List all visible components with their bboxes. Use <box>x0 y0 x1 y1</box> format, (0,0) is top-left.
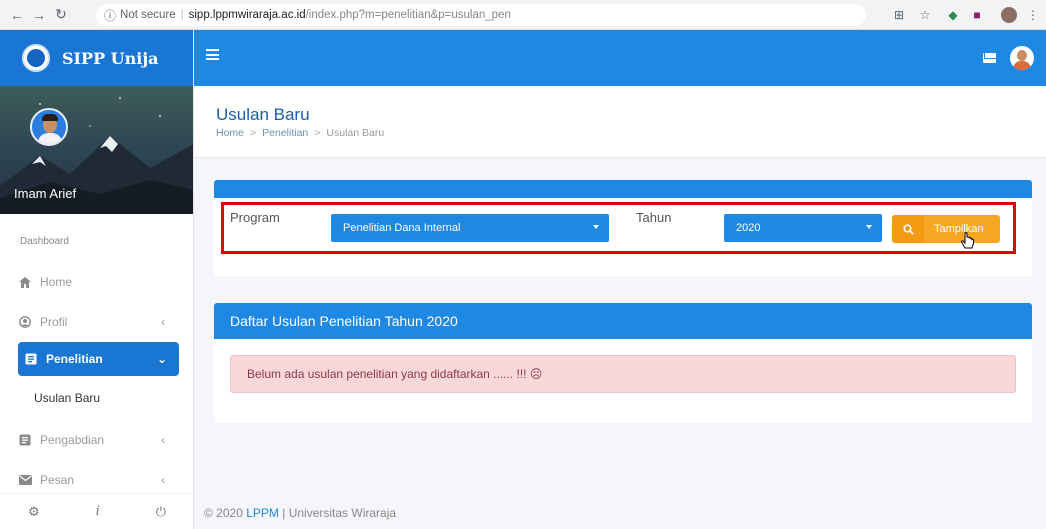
user-avatar[interactable] <box>1010 46 1034 70</box>
chevron-down-icon: ⌄ <box>156 352 167 366</box>
chevron-left-icon: ‹ <box>161 315 165 329</box>
card-header-bar <box>214 180 1032 198</box>
extension-icon[interactable]: ■ <box>968 6 986 24</box>
caret-down-icon <box>593 225 599 229</box>
sidebar-item-label: Home <box>40 275 73 289</box>
profile-avatar-icon[interactable] <box>1000 6 1018 24</box>
translate-icon[interactable]: ⊞ <box>890 6 908 24</box>
tahun-label: Tahun <box>636 210 672 225</box>
sidebar-item-label: Pengabdian <box>40 433 105 447</box>
address-bar[interactable]: ⓘ Not secure | sipp.lppmwiraraja.ac.id/i… <box>96 4 866 26</box>
home-icon <box>18 275 32 289</box>
star-icon[interactable]: ☆ <box>916 6 934 24</box>
program-select[interactable]: Penelitian Dana Internal <box>331 214 609 242</box>
sidebar-item-label: Pesan <box>40 473 75 487</box>
document-icon <box>24 352 38 366</box>
chevron-left-icon: ‹ <box>161 433 165 447</box>
program-select-value: Penelitian Dana Internal <box>343 222 461 234</box>
browser-toolbar: ← → ↻ ⓘ Not secure | sipp.lppmwiraraja.a… <box>0 0 1046 30</box>
tampilkan-button[interactable]: Tampilkan <box>892 215 1000 243</box>
list-title: Daftar Usulan Penelitian Tahun 2020 <box>214 303 1032 339</box>
menu-section-label: Dashboard <box>20 236 69 247</box>
hamburger-menu-icon[interactable] <box>206 49 219 60</box>
hand-cursor-icon <box>960 232 974 249</box>
usulan-list-card: Daftar Usulan Penelitian Tahun 2020 Belu… <box>214 303 1032 423</box>
user-name: Imam Arief <box>14 186 77 201</box>
info-icon[interactable]: i <box>96 504 100 519</box>
breadcrumb-current: Usulan Baru <box>326 127 385 139</box>
not-secure-label: Not secure <box>120 9 176 21</box>
url-host: sipp.lppmwiraraja.ac.id <box>188 9 306 21</box>
breadcrumb: Home > Penelitian > Usulan Baru <box>216 127 385 139</box>
empty-alert: Belum ada usulan penelitian yang didafta… <box>230 355 1016 393</box>
page-header: Usulan Baru Home > Penelitian > Usulan Baru <box>194 86 1046 158</box>
breadcrumb-home[interactable]: Home <box>216 127 244 139</box>
sidebar-item-label: Profil <box>40 315 68 329</box>
sidebar-footer: ⚙ i ⏻ <box>0 493 194 529</box>
tahun-select[interactable]: 2020 <box>724 214 882 242</box>
caret-down-icon <box>866 225 872 229</box>
lppm-link[interactable]: LPPM <box>246 506 279 520</box>
brand[interactable]: SIPP Unija <box>0 30 193 86</box>
university-logo <box>22 44 50 72</box>
sidebar-item-home[interactable]: Home <box>0 262 193 302</box>
search-icon <box>892 215 924 243</box>
extension-icon[interactable]: ◆ <box>944 6 962 24</box>
chevron-left-icon: ‹ <box>161 473 165 487</box>
sidebar-item-profil[interactable]: Profil ‹ <box>0 302 193 342</box>
sidebar: SIPP Unija Imam Arief Dashboard Home Pro… <box>0 30 194 529</box>
sidebar-item-pengabdian[interactable]: Pengabdian ‹ <box>0 420 193 460</box>
back-arrow-icon[interactable]: ← <box>6 7 28 23</box>
url-path: /index.php?m=penelitian&p=usulan_pen <box>305 9 511 21</box>
mail-icon[interactable] <box>983 53 996 63</box>
program-label: Program <box>230 210 280 225</box>
forward-arrow-icon[interactable]: → <box>28 7 50 23</box>
settings-icon[interactable]: ⚙ <box>28 504 40 520</box>
sidebar-subitem-usulan-baru[interactable]: Usulan Baru <box>0 376 193 420</box>
user-circle-icon <box>18 315 32 329</box>
info-icon[interactable]: ⓘ <box>104 7 116 24</box>
reload-icon[interactable]: ↻ <box>50 6 72 23</box>
page-title: Usulan Baru <box>216 105 310 124</box>
main-content: Usulan Baru Home > Penelitian > Usulan Baru … <box>194 86 1046 529</box>
app-name: SIPP Unija <box>62 48 159 68</box>
breadcrumb-penelitian[interactable]: Penelitian <box>262 127 308 139</box>
menu-dots-icon[interactable]: ⋮ <box>1024 6 1042 24</box>
tahun-select-value: 2020 <box>736 222 761 234</box>
sidebar-item-penelitian[interactable]: Penelitian ⌄ <box>18 342 179 376</box>
mail-icon <box>18 473 32 487</box>
user-avatar <box>30 108 68 146</box>
page-footer: © 2020 LPPM | Universitas Wiraraja <box>204 506 397 520</box>
top-navbar <box>194 30 1046 86</box>
sidebar-item-label: Penelitian <box>46 352 103 366</box>
power-icon[interactable]: ⏻ <box>156 504 166 520</box>
document-icon <box>18 433 32 447</box>
profile-banner: Imam Arief <box>0 86 193 214</box>
